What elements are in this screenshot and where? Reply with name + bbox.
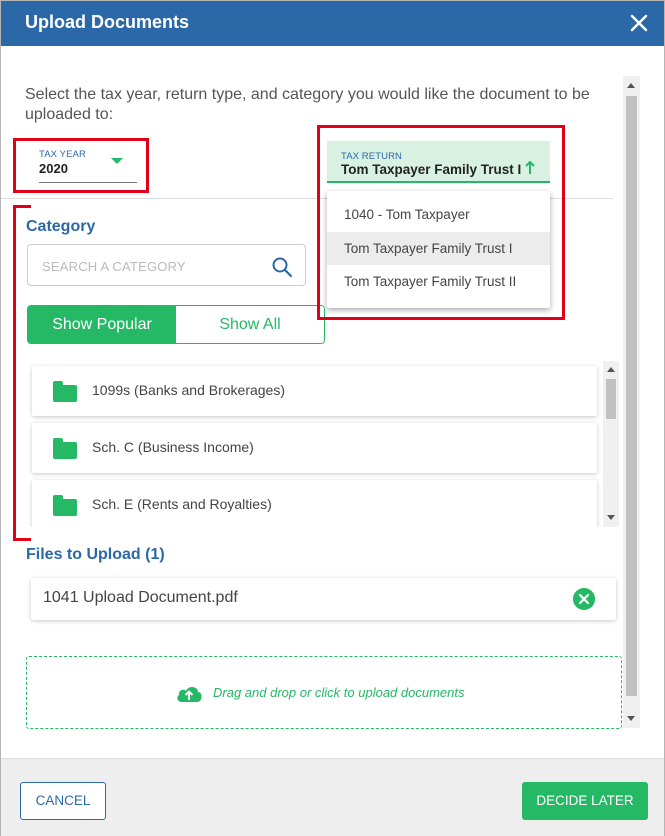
close-icon[interactable]	[627, 11, 651, 35]
category-search-input[interactable]	[42, 256, 262, 276]
scroll-down-arrow-icon[interactable]	[607, 515, 615, 520]
folder-icon	[53, 381, 77, 402]
highlight-box-tax-year	[13, 138, 149, 193]
remove-icon[interactable]	[573, 588, 595, 610]
category-toggle: Show Popular Show All	[27, 305, 325, 344]
folder-icon	[53, 438, 77, 459]
file-item: 1041 Upload Document.pdf	[31, 578, 616, 620]
show-all-button[interactable]: Show All	[176, 306, 324, 343]
dropzone-text: Drag and drop or click to upload documen…	[213, 685, 465, 700]
category-item-label: 1099s (Banks and Brokerages)	[92, 382, 285, 398]
category-scrollbar[interactable]	[603, 361, 619, 527]
folder-icon	[53, 495, 77, 516]
dialog-scrollbar[interactable]	[623, 76, 640, 728]
upload-documents-dialog: Upload Documents Select the tax year, re…	[0, 0, 665, 836]
scroll-up-arrow-icon[interactable]	[607, 367, 615, 372]
category-search[interactable]	[27, 244, 306, 286]
scroll-down-arrow-icon[interactable]	[627, 716, 635, 721]
highlight-bracket-category	[13, 205, 31, 541]
category-item[interactable]: Sch. E (Rents and Royalties)	[32, 480, 597, 527]
category-item-label: Sch. E (Rents and Royalties)	[92, 496, 272, 512]
decide-later-button[interactable]: DECIDE LATER	[522, 782, 648, 820]
category-title: Category	[26, 218, 96, 235]
dialog-scrollbar-thumb[interactable]	[626, 96, 637, 696]
category-scrollbar-thumb[interactable]	[606, 379, 616, 419]
category-item[interactable]: Sch. C (Business Income)	[32, 423, 597, 473]
upload-dropzone[interactable]: Drag and drop or click to upload documen…	[26, 656, 622, 729]
cloud-upload-icon	[177, 686, 202, 702]
dialog-titlebar: Upload Documents	[1, 1, 664, 46]
cancel-button[interactable]: CANCEL	[20, 782, 106, 820]
highlight-box-tax-return	[317, 125, 565, 320]
files-to-upload-title: Files to Upload (1)	[26, 546, 165, 563]
category-item[interactable]: 1099s (Banks and Brokerages)	[32, 366, 597, 416]
search-icon[interactable]	[271, 256, 293, 278]
file-name: 1041 Upload Document.pdf	[43, 589, 238, 606]
category-item-label: Sch. C (Business Income)	[92, 439, 254, 455]
scroll-up-arrow-icon[interactable]	[627, 83, 635, 88]
show-popular-button[interactable]: Show Popular	[28, 306, 176, 343]
dialog-title: Upload Documents	[25, 12, 190, 32]
category-list: 1099s (Banks and Brokerages) Sch. C (Bus…	[27, 361, 616, 527]
intro-text: Select the tax year, return type, and ca…	[25, 86, 590, 123]
dialog-footer: CANCEL DECIDE LATER	[1, 758, 664, 836]
